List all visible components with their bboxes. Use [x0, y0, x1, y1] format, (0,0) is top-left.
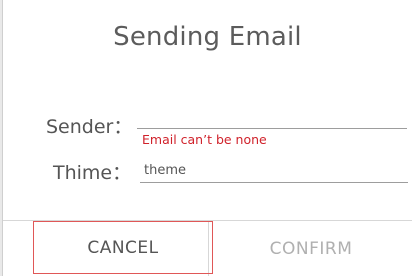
sender-label: Sender： — [46, 116, 133, 138]
sender-error-message: Email can’t be none — [142, 132, 267, 147]
cancel-button[interactable]: CANCEL — [33, 221, 213, 274]
confirm-button[interactable]: CONFIRM — [209, 221, 412, 276]
sender-field-container — [137, 104, 407, 129]
theme-field-container — [140, 158, 408, 183]
theme-label: Thime： — [53, 162, 132, 184]
send-email-dialog: Sending Email Sender： Email can’t be non… — [2, 0, 412, 276]
sender-input[interactable] — [137, 104, 407, 128]
dialog-title: Sending Email — [113, 22, 302, 52]
theme-input[interactable] — [140, 158, 408, 182]
